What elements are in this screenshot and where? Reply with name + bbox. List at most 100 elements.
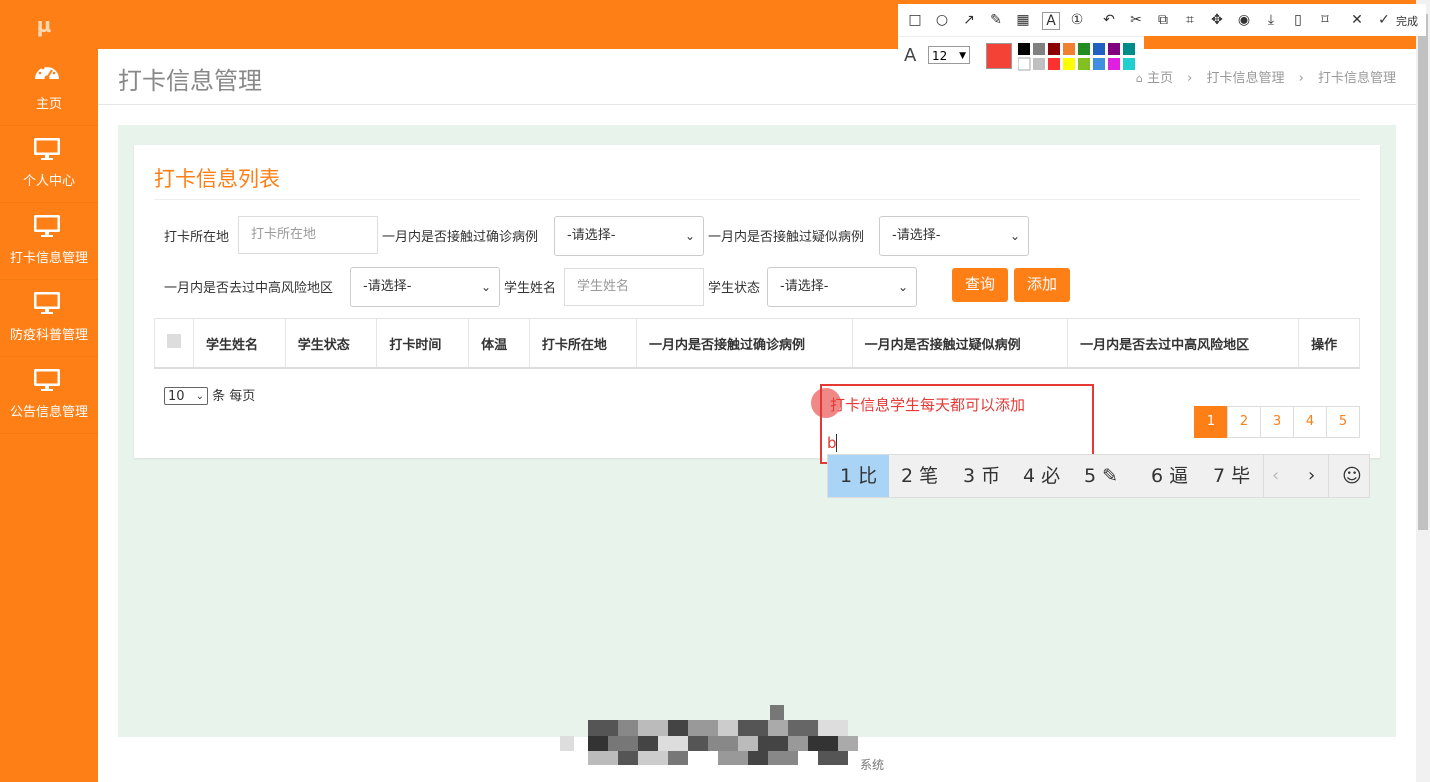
card-title: 打卡信息列表 — [154, 167, 280, 191]
chevron-down-icon: ⌄ — [684, 229, 695, 243]
select-all-checkbox-cell[interactable] — [154, 318, 194, 369]
breadcrumb-level1[interactable]: 打卡信息管理 — [1206, 71, 1284, 86]
ime-candidate-bar: 1 比 2 笔 3 币 4 必 5 ✎ 6 逼 7 毕 ‹ › ☺ — [827, 454, 1370, 498]
sidebar-item-profile[interactable]: 个人中心 — [0, 126, 98, 203]
done-button[interactable]: 完成 — [1396, 13, 1418, 29]
chevron-left-icon[interactable]: ‹ — [1272, 455, 1279, 497]
location-label: 打卡所在地 — [164, 230, 230, 245]
select-value: -请选择- — [363, 279, 412, 294]
record-icon[interactable]: ◉ — [1236, 12, 1252, 28]
breadcrumb: ⌂ 主页 › 打卡信息管理 › 打卡信息管理 — [1136, 67, 1396, 86]
ime-candidate[interactable]: 3 币 — [963, 455, 1000, 497]
download-icon[interactable]: ⤓ — [1263, 12, 1279, 28]
breadcrumb-separator: › — [1298, 71, 1304, 86]
font-size-value: 12 — [932, 49, 948, 63]
confirmed-select[interactable]: -请选择- ⌄ — [554, 216, 704, 256]
ime-candidate[interactable]: 7 毕 — [1213, 455, 1250, 497]
column-header: 打卡时间 — [376, 318, 470, 369]
phone-icon[interactable]: ▯ — [1290, 12, 1306, 28]
undo-icon[interactable]: ↶ — [1101, 12, 1117, 28]
arrow-icon[interactable]: ↗ — [961, 12, 977, 28]
page-size-suffix: 条 每页 — [212, 389, 256, 404]
translate-icon[interactable]: ⧉ — [1155, 12, 1171, 28]
breadcrumb-level2: 打卡信息管理 — [1317, 71, 1396, 86]
select-value: -请选择- — [780, 279, 829, 294]
divider — [154, 199, 1360, 200]
divider — [1263, 455, 1264, 497]
sidebar-item-notice[interactable]: 公告信息管理 — [0, 357, 98, 434]
mosaic-icon[interactable]: ▦ — [1015, 12, 1031, 28]
select-value: -请选择- — [567, 228, 616, 243]
crop-icon[interactable]: ✂ — [1128, 12, 1144, 28]
font-size-select[interactable]: 12 ▼ — [928, 46, 970, 64]
confirmed-label: 一月内是否接触过确诊病例 — [382, 230, 539, 245]
sidebar-item-science[interactable]: 防疫科普管理 — [0, 280, 98, 357]
chevron-right-icon[interactable]: › — [1308, 455, 1315, 497]
check-icon[interactable]: ✓ — [1376, 12, 1392, 28]
page-button[interactable]: 4 — [1293, 406, 1327, 438]
status-label: 学生状态 — [708, 281, 761, 296]
pen-icon[interactable]: ✎ — [988, 12, 1004, 28]
pin-icon[interactable]: ✥ — [1209, 12, 1225, 28]
column-header: 一月内是否接触过确诊病例 — [636, 318, 853, 369]
text-icon[interactable]: A — [1042, 12, 1060, 30]
sidebar-item-label: 防疫科普管理 — [9, 328, 88, 343]
redacted-mosaic — [560, 705, 858, 765]
number-icon[interactable]: ① — [1069, 12, 1085, 28]
column-header: 一月内是否去过中高风险地区 — [1067, 318, 1300, 369]
page-header: 打卡信息管理 ⌂ 主页 › 打卡信息管理 › 打卡信息管理 — [98, 49, 1416, 105]
ime-candidate[interactable]: 2 笔 — [901, 455, 938, 497]
location-input[interactable]: 打卡所在地 — [238, 216, 378, 254]
column-header: 学生姓名 — [193, 318, 286, 369]
close-icon[interactable]: ✕ — [1349, 12, 1365, 28]
search-button[interactable]: 查询 — [952, 268, 1008, 302]
page-title: 打卡信息管理 — [118, 67, 262, 95]
font-icon: A — [904, 45, 917, 66]
circle-icon[interactable]: ○ — [934, 12, 950, 28]
ocr-icon[interactable]: ⌗ — [1182, 12, 1198, 28]
monitor-icon — [34, 292, 60, 314]
emoji-icon[interactable]: ☺ — [1342, 455, 1362, 497]
sidebar-item-label: 公告信息管理 — [9, 405, 88, 420]
text-caret — [836, 434, 837, 452]
status-select[interactable]: -请选择- ⌄ — [767, 267, 917, 307]
chevron-down-icon: ⌄ — [897, 280, 908, 294]
pagination: 1 2 3 4 5 — [1194, 406, 1360, 438]
page-size-select[interactable]: 10 ⌄ — [164, 387, 208, 405]
column-header: 学生状态 — [284, 318, 378, 369]
rectangle-icon[interactable]: □ — [907, 12, 923, 28]
name-label: 学生姓名 — [504, 281, 557, 296]
sidebar: µ 主页 个人中心 打卡信息管理 防疫科普管理 公告信息管理 — [0, 0, 98, 782]
color-palette[interactable] — [1017, 43, 1140, 71]
select-value: -请选择- — [892, 228, 941, 243]
table-header-row: 学生姓名 学生状态 打卡时间 体温 打卡所在地 一月内是否接触过确诊病例 一月内… — [154, 318, 1360, 369]
page-button[interactable]: 3 — [1260, 406, 1294, 438]
add-button[interactable]: 添加 — [1014, 268, 1070, 302]
bookmark-icon[interactable]: ⌑ — [1317, 12, 1333, 28]
text-style-bar: A 12 ▼ — [898, 36, 1144, 75]
column-header: 一月内是否接触过疑似病例 — [851, 318, 1069, 369]
sidebar-item-home[interactable]: 主页 — [0, 49, 98, 126]
breadcrumb-home[interactable]: 主页 — [1147, 71, 1173, 86]
suspected-label: 一月内是否接触过疑似病例 — [708, 230, 865, 245]
ime-candidate[interactable]: 4 必 — [1023, 455, 1060, 497]
selected-color-swatch[interactable] — [986, 43, 1012, 69]
chevron-down-icon: ⌄ — [1009, 229, 1020, 243]
breadcrumb-separator: › — [1187, 71, 1193, 86]
page-button[interactable]: 2 — [1227, 406, 1261, 438]
risk-select[interactable]: -请选择- ⌄ — [350, 267, 500, 307]
name-input[interactable]: 学生姓名 — [564, 268, 704, 306]
ime-candidate[interactable]: 1 比 — [840, 455, 877, 497]
sidebar-item-checkin[interactable]: 打卡信息管理 — [0, 203, 98, 280]
page-button[interactable]: 1 — [1194, 406, 1228, 438]
select-all-checkbox[interactable] — [167, 334, 181, 348]
ime-candidate[interactable]: 6 逼 — [1151, 455, 1188, 497]
page-button[interactable]: 5 — [1326, 406, 1360, 438]
ime-candidate[interactable]: 5 ✎ — [1084, 455, 1118, 497]
screenshot-toolbar: □ ○ ↗ ✎ ▦ A ① ↶ ✂ ⧉ ⌗ ✥ ◉ ⤓ ▯ ⌑ ✕ ✓ 完成 — [898, 4, 1426, 36]
suspected-select[interactable]: -请选择- ⌄ — [879, 216, 1029, 256]
page-size: 10 ⌄ 条 每页 — [164, 385, 255, 405]
monitor-icon — [34, 369, 60, 391]
scrollbar-thumb[interactable] — [1418, 14, 1428, 530]
data-table: 学生姓名 学生状态 打卡时间 体温 打卡所在地 一月内是否接触过确诊病例 一月内… — [154, 318, 1360, 369]
